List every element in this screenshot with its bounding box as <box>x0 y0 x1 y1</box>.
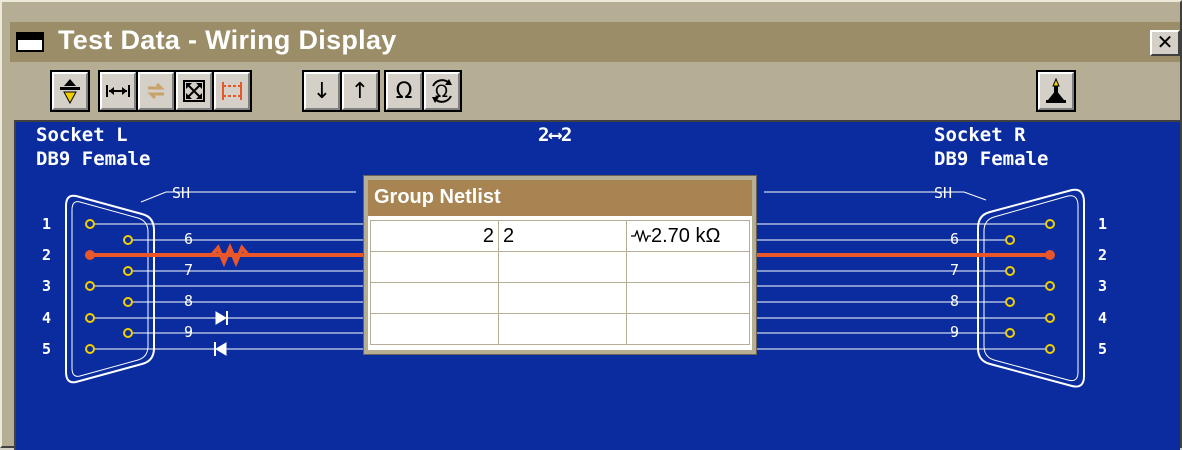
netlist-cell-left <box>370 313 499 345</box>
swap-button[interactable] <box>138 72 174 110</box>
netlist-row[interactable] <box>370 282 750 314</box>
netlist-cell-value: 2.70 kΩ <box>626 220 750 252</box>
right-wire-label-6: 6 <box>950 230 959 248</box>
group-netlist-panel: Group Netlist 2 2 2.70 kΩ <box>364 176 756 354</box>
title-bar[interactable]: Test Data - Wiring Display ✕ <box>10 22 1180 62</box>
close-icon: ✕ <box>1156 30 1174 54</box>
connect-icon <box>222 82 242 100</box>
left-wire-label-6: 6 <box>184 230 193 248</box>
resistor-icon <box>631 228 651 244</box>
toolbar-group-nav: ↓ ↑ <box>302 70 380 112</box>
right-connector-shell <box>977 188 1085 388</box>
netlist-row[interactable] <box>370 251 750 283</box>
left-pin-1: 1 <box>42 215 51 233</box>
left-wire-label-9: 9 <box>184 323 193 341</box>
netlist-cell-right <box>498 251 627 283</box>
toolbar-group-ohm: Ω Ω <box>384 70 462 112</box>
fit-width-icon <box>106 85 130 97</box>
netlist-cell-left: 2 <box>370 220 499 252</box>
probe-icon <box>60 79 80 104</box>
down-arrow-icon: ↓ <box>312 78 332 104</box>
up-arrow-icon: ↑ <box>350 78 370 104</box>
wiring-canvas: Socket L DB9 Female 2⟷2 Socket R DB9 Fem… <box>14 120 1180 450</box>
netlist-cell-value <box>626 251 750 283</box>
right-wire-label-7: 7 <box>950 261 959 279</box>
netlist-row[interactable]: 2 2 2.70 kΩ <box>370 220 750 252</box>
right-pin-3: 3 <box>1098 277 1107 295</box>
probe-button[interactable] <box>52 72 88 110</box>
toolbar-group-view <box>98 70 252 112</box>
left-pin-2: 2 <box>42 246 51 264</box>
window-icon <box>16 32 44 52</box>
diode-reverse <box>214 342 227 356</box>
toolbar-group-probe <box>50 70 90 112</box>
ohm-button[interactable]: Ω <box>386 72 422 110</box>
expand-button[interactable] <box>176 72 212 110</box>
netlist-row[interactable] <box>370 313 750 345</box>
ohm-cycle-icon: Ω <box>432 79 452 103</box>
left-wire-label-8: 8 <box>184 292 193 310</box>
left-shield-label: SH <box>172 184 190 202</box>
right-shield-label: SH <box>934 184 952 202</box>
fit-width-button[interactable] <box>100 72 136 110</box>
ohm-cycle-button[interactable]: Ω <box>424 72 460 110</box>
expand-icon <box>183 80 205 102</box>
right-wire-label-8: 8 <box>950 292 959 310</box>
left-pin-4: 4 <box>42 309 51 327</box>
close-button[interactable]: ✕ <box>1150 30 1180 56</box>
ohm-icon: Ω <box>395 78 413 104</box>
netlist-cell-right <box>498 313 627 345</box>
left-pin-5: 5 <box>42 340 51 358</box>
move-down-button[interactable]: ↓ <box>304 72 340 110</box>
right-pin-5: 5 <box>1098 340 1107 358</box>
netlist-cell-left <box>370 282 499 314</box>
netlist-cell-right <box>498 282 627 314</box>
netlist-cell-value <box>626 313 750 345</box>
wiring-display-window: Test Data - Wiring Display ✕ ↓ ↑ Ω Ω Soc… <box>0 0 1182 450</box>
ground-probe-button[interactable] <box>1038 72 1074 110</box>
right-pin-4: 4 <box>1098 309 1107 327</box>
window-title: Test Data - Wiring Display <box>58 25 397 55</box>
diode-forward <box>215 311 228 325</box>
toolbar-group-ground <box>1036 70 1076 112</box>
group-netlist-title[interactable]: Group Netlist <box>368 180 752 216</box>
netlist-table: 2 2 2.70 kΩ <box>370 220 750 345</box>
left-pin-3: 3 <box>42 277 51 295</box>
left-wire-label-7: 7 <box>184 261 193 279</box>
right-pin-1: 1 <box>1098 215 1107 233</box>
netlist-cell-left <box>370 251 499 283</box>
netlist-cell-value <box>626 282 750 314</box>
resistance-value: 2.70 kΩ <box>651 224 721 247</box>
right-pin-2: 2 <box>1098 246 1107 264</box>
connect-button[interactable] <box>214 72 250 110</box>
toolbar: ↓ ↑ Ω Ω <box>10 62 1180 120</box>
move-up-button[interactable]: ↑ <box>342 72 378 110</box>
netlist-cell-right: 2 <box>498 220 627 252</box>
ground-probe-icon <box>1046 78 1066 103</box>
swap-icon <box>147 82 165 100</box>
right-wire-label-9: 9 <box>950 323 959 341</box>
